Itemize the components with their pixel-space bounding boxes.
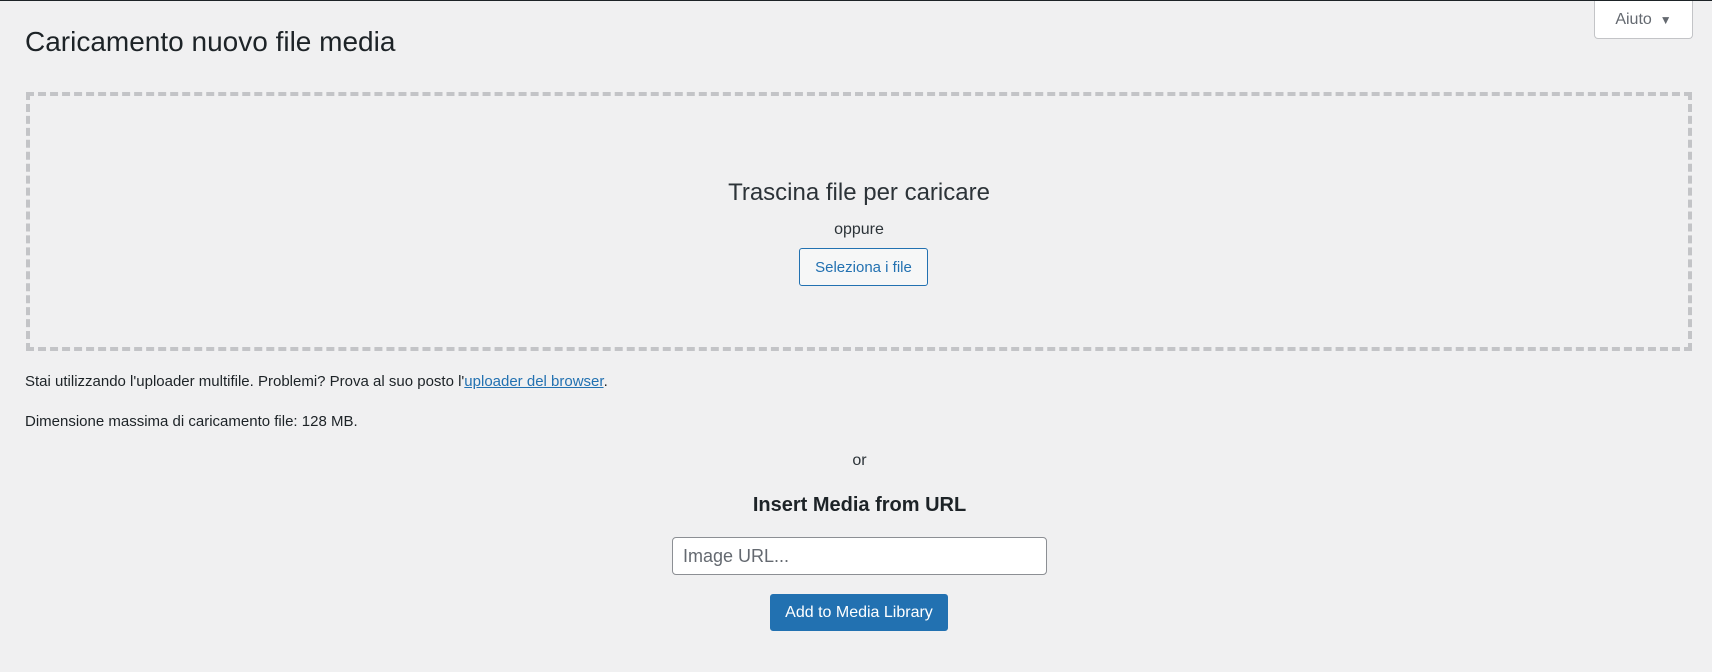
browser-uploader-link[interactable]: uploader del browser [464,373,603,390]
top-border [0,0,1712,1]
add-to-media-library-button[interactable]: Add to Media Library [770,594,948,631]
or-separator: or [852,452,867,469]
image-url-input[interactable] [672,537,1047,575]
drop-title: Trascina file per caricare [728,179,990,206]
caret-down-icon: ▼ [1659,12,1672,27]
uploader-info: Stai utilizzando l'uploader multifile. P… [25,373,608,390]
drop-or-text: oppure [834,221,884,238]
max-upload-size: Dimensione massima di caricamento file: … [25,413,358,430]
uploader-info-suffix: . [603,373,608,390]
select-files-button[interactable]: Seleziona i file [799,248,928,286]
help-tab-label: Aiuto [1615,10,1652,28]
insert-url-heading: Insert Media from URL [752,494,967,516]
page-title: Caricamento nuovo file media [25,26,396,57]
uploader-info-text: Stai utilizzando l'uploader multifile. P… [25,373,465,390]
drag-drop-area[interactable]: Trascina file per caricare oppure Selezi… [26,92,1692,351]
help-tab-button[interactable]: Aiuto ▼ [1594,1,1693,39]
